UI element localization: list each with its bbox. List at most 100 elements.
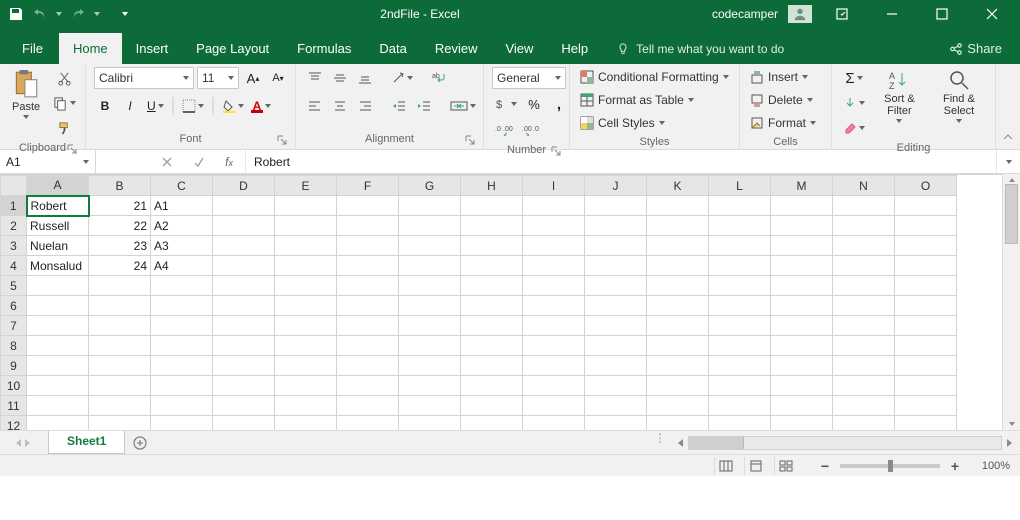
cell-G7[interactable]	[399, 316, 461, 336]
cell-O10[interactable]	[895, 376, 957, 396]
alignment-launcher-icon[interactable]	[465, 135, 475, 145]
cell-M4[interactable]	[771, 256, 833, 276]
accounting-format-button[interactable]: $	[492, 93, 520, 115]
cell-L6[interactable]	[709, 296, 771, 316]
cell-O5[interactable]	[895, 276, 957, 296]
user-avatar[interactable]	[788, 5, 812, 23]
row-header-8[interactable]: 8	[1, 336, 27, 356]
zoom-slider[interactable]	[840, 464, 940, 468]
cell-H3[interactable]	[461, 236, 523, 256]
cell-D8[interactable]	[213, 336, 275, 356]
cell-J3[interactable]	[585, 236, 647, 256]
scroll-down-icon[interactable]	[1008, 420, 1016, 428]
row-header-2[interactable]: 2	[1, 216, 27, 236]
cell-J11[interactable]	[585, 396, 647, 416]
expand-formula-bar-icon[interactable]	[996, 150, 1020, 173]
cell-N5[interactable]	[833, 276, 895, 296]
cell-K2[interactable]	[647, 216, 709, 236]
cell-E12[interactable]	[275, 416, 337, 431]
zoom-out-button[interactable]: −	[818, 458, 832, 474]
cell-N4[interactable]	[833, 256, 895, 276]
cell-I7[interactable]	[523, 316, 585, 336]
cell-G11[interactable]	[399, 396, 461, 416]
cell-D5[interactable]	[213, 276, 275, 296]
cell-G1[interactable]	[399, 196, 461, 216]
cell-H10[interactable]	[461, 376, 523, 396]
font-color-button[interactable]: A	[250, 95, 275, 117]
cell-H4[interactable]	[461, 256, 523, 276]
col-header-I[interactable]: I	[523, 176, 585, 196]
cell-M7[interactable]	[771, 316, 833, 336]
bold-button[interactable]: B	[94, 95, 116, 117]
paste-button[interactable]: Paste	[8, 67, 44, 121]
cell-F7[interactable]	[337, 316, 399, 336]
cell-E10[interactable]	[275, 376, 337, 396]
cell-J9[interactable]	[585, 356, 647, 376]
col-header-K[interactable]: K	[647, 176, 709, 196]
cell-B3[interactable]: 23	[89, 236, 151, 256]
cell-D4[interactable]	[213, 256, 275, 276]
hscroll-thumb[interactable]	[689, 437, 744, 449]
cell-K10[interactable]	[647, 376, 709, 396]
cell-J6[interactable]	[585, 296, 647, 316]
cell-F9[interactable]	[337, 356, 399, 376]
cell-L8[interactable]	[709, 336, 771, 356]
cell-A1[interactable]: Robert	[27, 196, 89, 216]
cell-C1[interactable]: A1	[151, 196, 213, 216]
cell-I11[interactable]	[523, 396, 585, 416]
cell-A3[interactable]: Nuelan	[27, 236, 89, 256]
cell-F6[interactable]	[337, 296, 399, 316]
cell-E2[interactable]	[275, 216, 337, 236]
col-header-H[interactable]: H	[461, 176, 523, 196]
cell-D10[interactable]	[213, 376, 275, 396]
cell-D11[interactable]	[213, 396, 275, 416]
cell-N8[interactable]	[833, 336, 895, 356]
cell-O6[interactable]	[895, 296, 957, 316]
grow-font-button[interactable]: A▴	[242, 67, 264, 89]
cell-O3[interactable]	[895, 236, 957, 256]
cell-F5[interactable]	[337, 276, 399, 296]
cell-G2[interactable]	[399, 216, 461, 236]
align-center-button[interactable]	[329, 95, 351, 117]
qat-customize-icon[interactable]	[122, 12, 128, 16]
cell-K1[interactable]	[647, 196, 709, 216]
cell-N2[interactable]	[833, 216, 895, 236]
decrease-indent-button[interactable]	[388, 95, 410, 117]
cell-E8[interactable]	[275, 336, 337, 356]
increase-decimal-button[interactable]: .0.00	[492, 119, 516, 141]
cell-N3[interactable]	[833, 236, 895, 256]
wrap-text-button[interactable]: ab	[428, 67, 452, 89]
cell-K12[interactable]	[647, 416, 709, 431]
cell-L9[interactable]	[709, 356, 771, 376]
cell-K4[interactable]	[647, 256, 709, 276]
share-button[interactable]: Share	[937, 33, 1014, 64]
align-bottom-button[interactable]	[354, 67, 376, 89]
cell-J1[interactable]	[585, 196, 647, 216]
cell-O7[interactable]	[895, 316, 957, 336]
maximize-button[interactable]	[922, 0, 962, 28]
cell-F3[interactable]	[337, 236, 399, 256]
fill-button[interactable]	[840, 92, 868, 114]
cell-O4[interactable]	[895, 256, 957, 276]
col-header-E[interactable]: E	[275, 176, 337, 196]
cell-I9[interactable]	[523, 356, 585, 376]
format-painter-button[interactable]	[50, 117, 79, 139]
cell-L5[interactable]	[709, 276, 771, 296]
cell-K5[interactable]	[647, 276, 709, 296]
cell-B5[interactable]	[89, 276, 151, 296]
cell-E7[interactable]	[275, 316, 337, 336]
cell-E11[interactable]	[275, 396, 337, 416]
cell-A10[interactable]	[27, 376, 89, 396]
cell-B8[interactable]	[89, 336, 151, 356]
cell-H2[interactable]	[461, 216, 523, 236]
cell-G9[interactable]	[399, 356, 461, 376]
cell-F2[interactable]	[337, 216, 399, 236]
tab-review[interactable]: Review	[421, 33, 492, 64]
fill-color-button[interactable]	[219, 95, 247, 117]
cell-J7[interactable]	[585, 316, 647, 336]
col-header-B[interactable]: B	[89, 176, 151, 196]
row-header-12[interactable]: 12	[1, 416, 27, 431]
cell-B10[interactable]	[89, 376, 151, 396]
page-break-view-button[interactable]	[774, 457, 796, 475]
cell-C9[interactable]	[151, 356, 213, 376]
